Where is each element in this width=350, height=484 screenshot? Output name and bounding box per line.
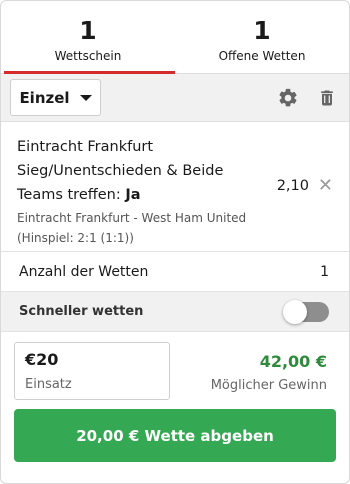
fast-bet-toggle[interactable] [283,299,329,324]
bet-selection-prefix: Teams treffen: [17,187,126,203]
tab-label: Offene Wetten [218,49,306,63]
potential-win: 42,00 € Möglicher Gewinn [211,352,327,393]
tab-count: 1 [79,16,97,45]
toolbar-icons [277,87,337,109]
bet-type-select[interactable]: Einzel [10,79,101,116]
tab-label: Wettschein [54,49,122,63]
stake-value: €20 [25,350,59,369]
bet-count-label: Anzahl der Wetten [19,263,149,280]
stake-area: €20 Einsatz 42,00 € Möglicher Gewinn [1,332,349,404]
bet-count-value: 1 [320,263,329,280]
bet-slip: 1 Wettschein 1 Offene Wetten Einzel Eint… [0,0,350,484]
bet-count-row: Anzahl der Wetten 1 [1,252,349,292]
bet-type-label: Einzel [19,88,70,107]
caret-down-icon [79,94,92,101]
bet-pick: Ja [125,187,141,203]
tab-wettschein[interactable]: 1 Wettschein [1,1,175,74]
tab-offene-wetten[interactable]: 1 Offene Wetten [175,1,349,73]
fast-bet-label: Schneller wetten [19,304,144,319]
gear-icon[interactable] [277,87,299,109]
close-icon[interactable]: ✕ [318,177,333,195]
trash-icon[interactable] [317,87,337,109]
toolbar: Einzel [1,74,349,122]
fast-bet-row: Schneller wetten [1,292,349,332]
bet-team: Eintracht Frankfurt [17,139,154,155]
bet-note: (Hinspiel: 2:1 (1:1)) [17,231,134,245]
toggle-knob [283,299,307,324]
tab-count: 1 [253,16,271,45]
stake-caption: Einsatz [25,377,72,392]
place-bet-button[interactable]: 20,00 € Wette abgeben [14,409,336,462]
win-amount: 42,00 € [259,352,327,371]
bet-odds: 2,10 [276,178,309,194]
bet-item: Eintracht Frankfurt Sieg/Unentschieden &… [1,122,349,252]
bet-event: Eintracht Frankfurt - West Ham United [17,211,247,225]
tab-bar: 1 Wettschein 1 Offene Wetten [1,1,349,74]
win-caption: Möglicher Gewinn [210,378,327,393]
stake-input[interactable]: €20 Einsatz [14,342,170,400]
